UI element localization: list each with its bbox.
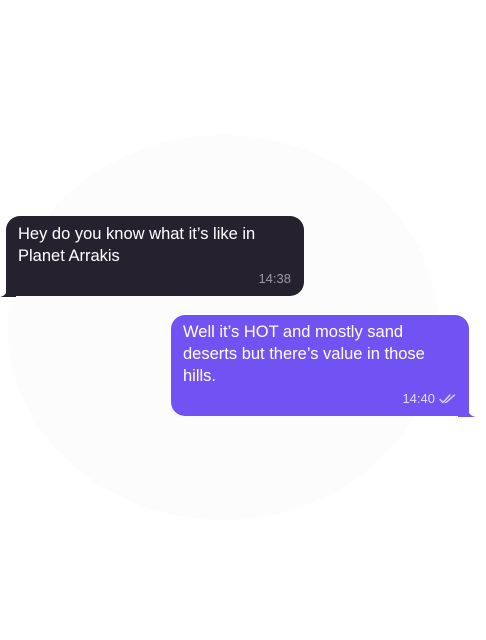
message-time: 14:40 <box>402 391 435 406</box>
message-bubble-incoming[interactable]: Hey do you know what it’s like in Planet… <box>6 216 304 296</box>
message-meta: 14:40 <box>402 388 456 410</box>
chat-view: Hey do you know what it’s like in Planet… <box>0 0 486 640</box>
message-bubble-outgoing[interactable]: Well it’s HOT and mostly sand deserts bu… <box>171 315 469 416</box>
double-check-icon <box>439 394 456 404</box>
message-time: 14:38 <box>258 271 291 286</box>
message-text: Hey do you know what it’s like in Planet… <box>18 225 256 265</box>
message-text: Well it’s HOT and mostly sand deserts bu… <box>183 323 425 385</box>
message-meta: 14:38 <box>258 268 291 290</box>
